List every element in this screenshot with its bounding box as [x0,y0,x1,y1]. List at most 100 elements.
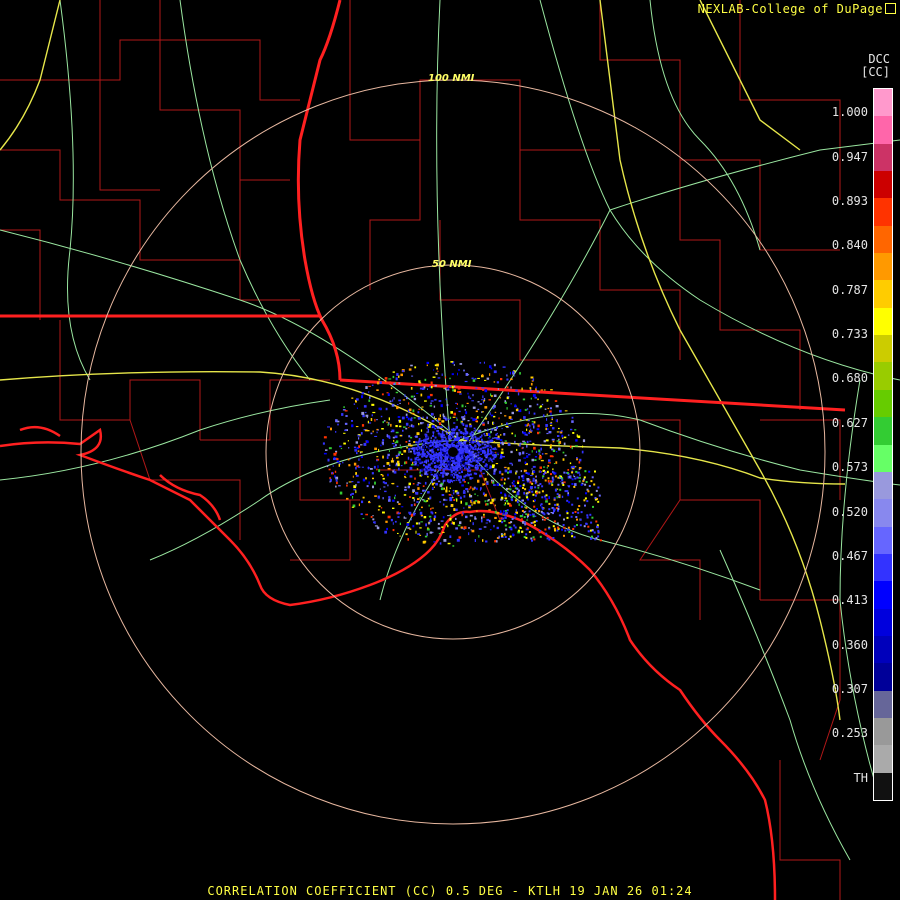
echo-pixel [501,535,504,537]
echo-pixel [551,438,555,441]
echo-pixel [570,515,573,518]
color-scale-swatch [874,280,892,309]
echo-pixel [568,485,570,488]
echo-pixel [426,454,429,457]
echo-pixel [549,410,552,413]
echo-pixel [434,459,437,462]
color-scale-swatch [874,253,892,281]
echo-pixel [461,513,463,517]
echo-pixel [392,522,394,525]
echo-pixel [447,426,449,429]
echo-pixel [446,389,450,391]
echo-pixel [433,453,436,456]
echo-pixel [435,446,438,449]
echo-pixel [476,437,478,441]
echo-pixel [514,513,517,516]
echo-pixel [379,381,382,384]
echo-pixel [469,440,472,443]
echo-pixel [495,451,497,454]
echo-pixel [545,427,547,431]
echo-pixel [390,387,393,390]
echo-pixel [463,495,466,498]
echo-pixel [416,392,419,394]
echo-pixel [585,522,588,525]
echo-pixel [404,475,406,478]
echo-pixel [516,448,518,451]
echo-pixel [477,416,479,419]
echo-pixel [493,469,496,473]
echo-pixel [468,527,470,529]
echo-pixel [503,504,506,506]
echo-pixel [416,468,419,470]
echo-pixel [377,381,380,385]
echo-pixel [440,463,443,466]
echo-pixel [475,457,478,460]
echo-pixel [429,496,432,500]
echo-pixel [484,477,487,481]
echo-pixel [544,528,547,531]
echo-pixel [576,508,579,511]
echo-pixel [435,440,438,443]
echo-pixel [448,467,451,469]
echo-pixel [437,522,440,525]
echo-pixel [394,435,398,438]
echo-pixel [374,495,377,497]
echo-pixel [557,483,560,486]
echo-pixel [522,398,526,401]
echo-pixel [388,499,391,502]
echo-pixel [479,403,483,405]
echo-pixel [398,503,401,505]
echo-pixel [455,479,458,481]
echo-pixel [434,436,437,439]
echo-pixel [581,450,584,454]
echo-pixel [485,540,488,543]
echo-pixel [443,487,445,490]
echo-pixel [416,484,419,486]
echo-pixel [525,506,528,509]
echo-pixel [351,481,354,483]
echo-pixel [452,492,455,495]
echo-pixel [561,495,564,498]
echo-pixel [450,504,454,507]
scale-label: 0.787 [831,283,868,297]
color-scale-swatch [874,116,892,145]
echo-pixel [514,404,517,407]
echo-pixel [525,513,527,515]
echo-pixel [517,392,520,396]
echo-pixel [556,493,559,496]
echo-pixel [456,437,458,440]
echo-pixel [472,434,475,436]
echo-pixel [427,428,429,432]
echo-pixel [595,520,598,523]
echo-pixel [539,470,542,473]
echo-pixel [496,526,499,530]
echo-pixel [369,396,371,399]
echo-pixel [574,445,578,447]
echo-pixel [505,441,507,444]
echo-pixel [471,436,474,439]
echo-pixel [476,487,478,490]
echo-pixel [441,475,444,478]
echo-pixel [471,503,473,506]
echo-pixel [447,515,450,517]
echo-pixel [364,429,368,432]
echo-pixel [557,526,559,529]
echo-pixel [433,541,436,543]
echo-pixel [521,530,524,533]
echo-pixel [329,477,331,479]
echo-pixel [343,406,345,408]
echo-pixel [395,455,398,457]
echo-pixel [415,441,418,444]
echo-pixel [517,491,520,494]
echo-pixel [392,507,395,509]
echo-pixel [461,466,463,469]
echo-pixel [478,456,481,459]
echo-pixel [410,364,413,367]
echo-pixel [450,361,454,363]
echo-pixel [471,377,474,380]
echo-pixel [574,429,577,431]
echo-pixel [416,501,419,503]
echo-pixel [402,429,404,432]
echo-pixel [496,426,498,429]
echo-pixel [508,538,510,540]
